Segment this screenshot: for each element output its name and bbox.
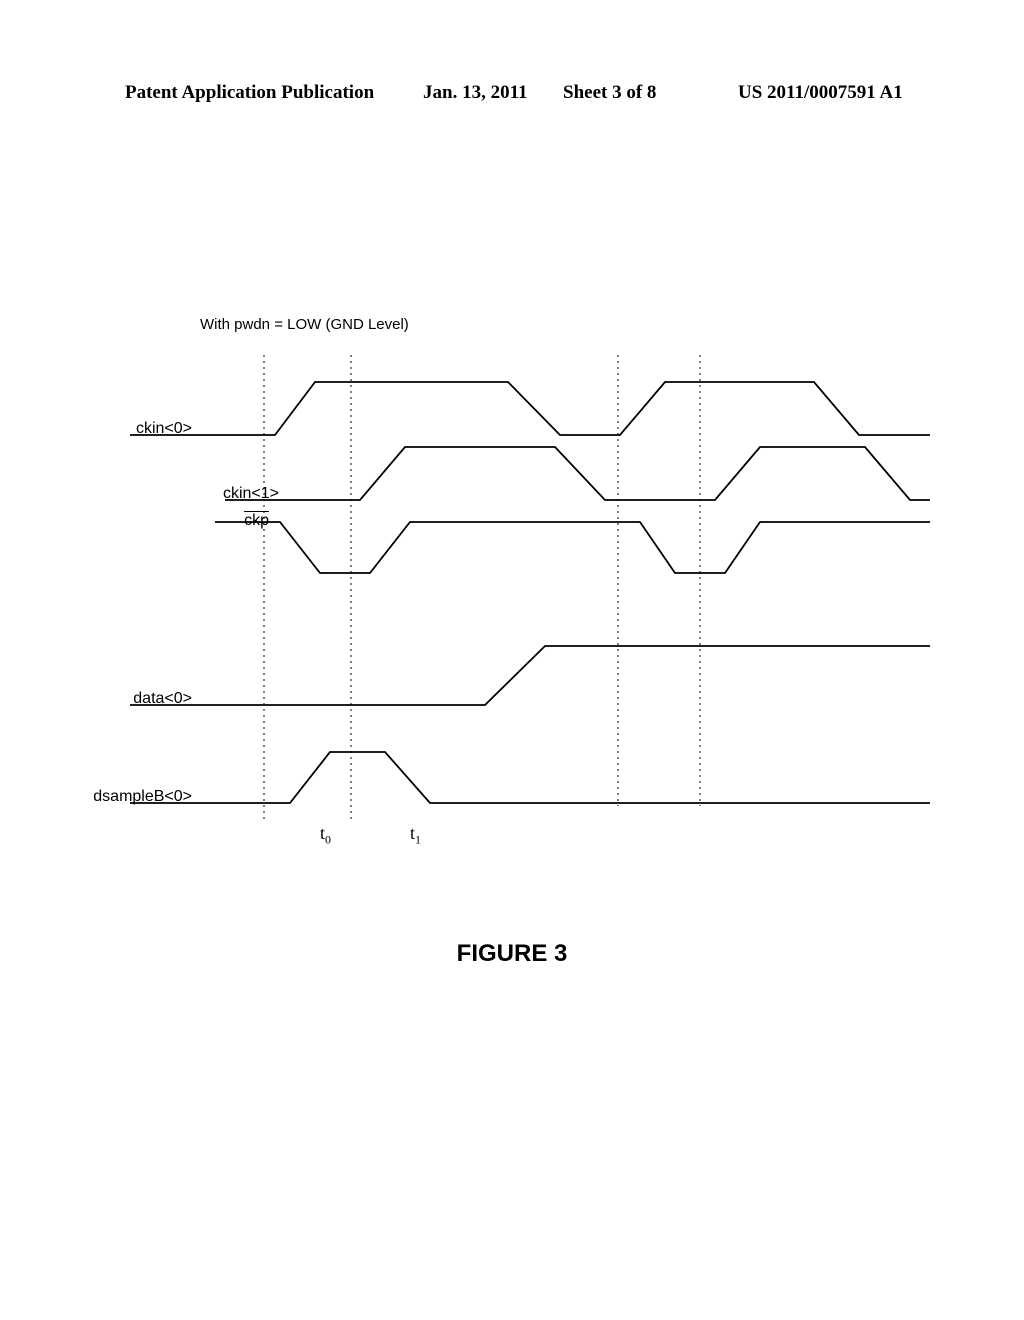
publication-label: Patent Application Publication [125,82,374,104]
waveform-ckin0 [130,382,930,435]
waveform-data0 [130,646,930,705]
signal-label-ckin0: ckin<0> [136,420,192,438]
publication-number: US 2011/0007591 A1 [738,82,903,104]
time-marker-t0: t0 [320,823,331,848]
waveform-ckp-bar [215,522,930,573]
signal-label-ckp-bar: ckp [244,512,269,530]
signal-label-ckin1: ckin<1> [223,485,279,503]
time-marker-t1: t1 [410,823,421,848]
signal-label-dsampleB0: dsampleB<0> [93,788,192,806]
waveform-ckin1 [225,447,930,500]
diagram-condition-text: With pwdn = LOW (GND Level) [200,316,409,333]
timing-diagram: ckin<0> ckin<1> ckp data<0> dsampleB<0> [62,355,862,835]
figure-caption: FIGURE 3 [0,940,1024,968]
sheet-number: Sheet 3 of 8 [563,82,656,104]
waveform-dsampleB0 [130,752,930,803]
signal-label-data0: data<0> [133,690,192,708]
publication-date: Jan. 13, 2011 [423,82,528,104]
